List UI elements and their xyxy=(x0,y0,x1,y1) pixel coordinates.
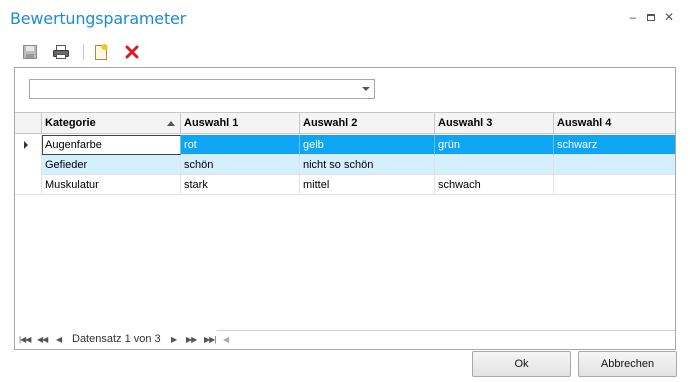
row-indicator-header xyxy=(15,113,42,133)
horizontal-scrollbar[interactable] xyxy=(217,330,675,331)
first-record-icon[interactable]: |◀◀ xyxy=(19,334,31,345)
window-title: Bewertungsparameter xyxy=(10,9,187,28)
last-record-icon[interactable]: ▶▶| xyxy=(204,334,216,345)
cell-auswahl-4[interactable] xyxy=(554,155,675,175)
cell-auswahl-4[interactable]: schwarz xyxy=(554,135,675,155)
data-grid: Kategorie Auswahl 1 Auswahl 2 Auswahl 3 … xyxy=(15,112,675,330)
cell-auswahl-2[interactable]: nicht so schön xyxy=(300,155,435,175)
next-page-icon[interactable]: ▶▶ xyxy=(186,334,197,345)
cell-kategorie[interactable]: Augenfarbe xyxy=(42,135,181,155)
delete-icon[interactable] xyxy=(122,42,142,62)
next-record-icon[interactable]: ▶ xyxy=(171,334,177,345)
sort-ascending-icon xyxy=(167,121,175,126)
filter-combobox[interactable] xyxy=(29,79,375,99)
data-panel: Kategorie Auswahl 1 Auswahl 2 Auswahl 3 … xyxy=(14,67,676,350)
close-icon[interactable]: ✕ xyxy=(662,10,676,24)
record-navigator: |◀◀ ◀◀ ◀ Datensatz 1 von 3 ▶ ▶▶ ▶▶| ◀ xyxy=(15,330,675,349)
table-row[interactable]: Gefieder schön nicht so schön xyxy=(15,155,675,175)
cell-auswahl-2[interactable]: gelb xyxy=(300,135,435,155)
column-header-auswahl-4[interactable]: Auswahl 4 xyxy=(554,113,675,133)
current-row-arrow-icon xyxy=(24,141,28,149)
cancel-button[interactable]: Abbrechen xyxy=(578,351,677,377)
table-row[interactable]: Muskulatur stark mittel schwach xyxy=(15,175,675,195)
column-header-auswahl-3[interactable]: Auswahl 3 xyxy=(435,113,554,133)
previous-page-icon[interactable]: ◀◀ xyxy=(37,334,48,345)
cell-kategorie[interactable]: Muskulatur xyxy=(42,175,181,195)
new-icon[interactable] xyxy=(91,42,111,62)
row-indicator xyxy=(15,135,42,155)
chevron-down-icon[interactable] xyxy=(362,87,370,91)
column-header-label: Kategorie xyxy=(45,117,96,129)
cell-auswahl-3[interactable] xyxy=(435,155,554,175)
print-icon[interactable] xyxy=(51,42,71,62)
previous-record-icon[interactable]: ◀ xyxy=(56,334,62,345)
maximize-icon[interactable] xyxy=(644,10,658,21)
grid-header: Kategorie Auswahl 1 Auswahl 2 Auswahl 3 … xyxy=(15,113,675,134)
row-indicator xyxy=(15,155,42,175)
minimize-icon[interactable]: – xyxy=(626,10,640,24)
column-header-kategorie[interactable]: Kategorie xyxy=(42,113,181,133)
cell-auswahl-4[interactable] xyxy=(554,175,675,195)
record-counter: Datensatz 1 von 3 xyxy=(72,333,161,345)
scroll-left-icon[interactable]: ◀ xyxy=(223,335,229,344)
table-row[interactable]: Augenfarbe rot gelb grün schwarz xyxy=(15,135,675,155)
cell-auswahl-1[interactable]: rot xyxy=(181,135,300,155)
cell-auswahl-1[interactable]: schön xyxy=(181,155,300,175)
save-icon[interactable] xyxy=(20,42,40,62)
row-indicator xyxy=(15,175,42,195)
cell-auswahl-1[interactable]: stark xyxy=(181,175,300,195)
cell-auswahl-2[interactable]: mittel xyxy=(300,175,435,195)
column-header-auswahl-2[interactable]: Auswahl 2 xyxy=(300,113,435,133)
cell-kategorie[interactable]: Gefieder xyxy=(42,155,181,175)
column-header-auswahl-1[interactable]: Auswahl 1 xyxy=(181,113,300,133)
cell-auswahl-3[interactable]: grün xyxy=(435,135,554,155)
ok-button[interactable]: Ok xyxy=(472,351,571,377)
cell-auswahl-3[interactable]: schwach xyxy=(435,175,554,195)
toolbar-separator xyxy=(83,44,84,60)
